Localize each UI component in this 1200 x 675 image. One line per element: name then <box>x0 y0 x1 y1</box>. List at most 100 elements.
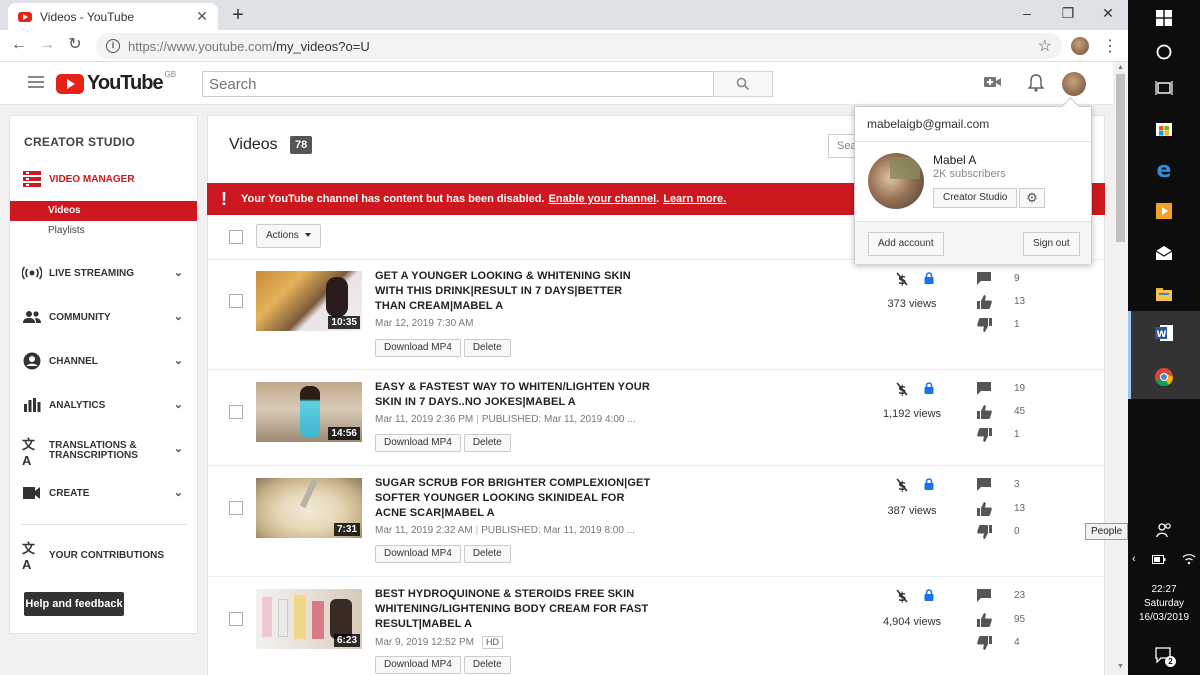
chevron-down-icon[interactable]: ⌄ <box>174 266 183 279</box>
clock-day[interactable]: Saturday <box>1128 597 1200 610</box>
sidebar-item-your-contributions[interactable]: 文A YOUR CONTRIBUTIONS <box>10 541 197 572</box>
video-checkbox[interactable] <box>229 501 243 515</box>
thumbs-up-icon[interactable] <box>977 405 993 419</box>
video-thumbnail[interactable]: 10:35 <box>256 271 362 331</box>
browser-tab[interactable]: Videos - YouTube ✕ <box>8 3 218 30</box>
thumbs-up-icon[interactable] <box>977 502 993 516</box>
youtube-logo[interactable]: YouTube GB <box>56 70 176 95</box>
site-info-icon[interactable]: i <box>106 39 120 53</box>
add-account-button[interactable]: Add account <box>868 232 944 256</box>
video-thumbnail[interactable]: 7:31 <box>256 478 362 538</box>
thumbs-down-icon[interactable] <box>977 428 993 442</box>
private-lock-icon[interactable] <box>924 589 934 601</box>
download-mp4-button[interactable]: Download MP4 <box>375 339 461 357</box>
sidebar-item-create[interactable]: CREATE ⌄ <box>10 482 197 504</box>
chevron-down-icon[interactable]: ⌄ <box>174 354 183 367</box>
reload-icon[interactable]: ↻ <box>64 34 86 56</box>
battery-icon[interactable] <box>1151 554 1166 564</box>
thumbs-down-icon[interactable] <box>977 525 993 539</box>
video-checkbox[interactable] <box>229 612 243 626</box>
video-title-link[interactable]: EASY & FASTEST WAY TO WHITEN/LIGHTEN YOU… <box>375 380 655 410</box>
show-hidden-icons-icon[interactable]: ‹ <box>1132 553 1136 565</box>
scroll-up-icon[interactable]: ▲ <box>1117 64 1124 71</box>
video-thumbnail[interactable]: 6:23 <box>256 589 362 649</box>
scrollbar-thumb[interactable] <box>1116 74 1125 242</box>
search-button[interactable] <box>713 71 773 97</box>
minimize-button[interactable]: – <box>1012 4 1042 22</box>
notifications-bell-icon[interactable] <box>1027 74 1045 97</box>
tab-close-icon[interactable]: ✕ <box>194 8 210 25</box>
upload-video-icon[interactable] <box>984 74 1002 94</box>
download-mp4-button[interactable]: Download MP4 <box>375 434 461 452</box>
new-tab-button[interactable]: + <box>228 4 248 26</box>
video-title-link[interactable]: GET A YOUNGER LOOKING & WHITENING SKIN W… <box>375 269 655 314</box>
people-icon[interactable] <box>1150 516 1178 544</box>
thumbs-down-icon[interactable] <box>977 318 993 332</box>
enable-channel-link[interactable]: Enable your channel <box>549 193 657 205</box>
sidebar-item-channel[interactable]: CHANNEL ⌄ <box>10 350 197 372</box>
monetization-off-icon[interactable]: $ <box>896 272 908 289</box>
download-mp4-button[interactable]: Download MP4 <box>375 656 461 674</box>
sign-out-button[interactable]: Sign out <box>1023 232 1080 256</box>
view-count[interactable]: 373 views <box>868 298 956 310</box>
settings-gear-icon[interactable]: ⚙ <box>1019 188 1045 208</box>
view-count[interactable]: 1,192 views <box>868 408 956 420</box>
thumbs-up-icon[interactable] <box>977 295 993 309</box>
file-explorer-icon[interactable] <box>1150 280 1178 308</box>
back-arrow-icon[interactable]: ← <box>8 34 30 56</box>
account-avatar[interactable] <box>1062 72 1086 96</box>
video-title-link[interactable]: BEST HYDROQUINONE & STEROIDS FREE SKIN W… <box>375 587 655 632</box>
thumbs-down-icon[interactable] <box>977 636 993 650</box>
microsoft-word-icon[interactable]: W <box>1150 319 1178 347</box>
clock-time[interactable]: 22:27 <box>1128 583 1200 596</box>
edge-browser-icon[interactable]: e <box>1150 156 1178 184</box>
learn-more-link[interactable]: Learn more. <box>663 193 726 205</box>
browser-menu-icon[interactable]: ⋮ <box>1102 36 1118 56</box>
windows-start-icon[interactable] <box>1150 4 1178 32</box>
profile-avatar[interactable] <box>1071 37 1089 55</box>
creator-studio-button[interactable]: Creator Studio <box>933 188 1018 208</box>
media-player-icon[interactable] <box>1150 197 1178 225</box>
comment-icon[interactable] <box>977 382 993 396</box>
sidebar-item-video-manager[interactable]: VIDEO MANAGER <box>10 168 197 190</box>
comment-icon[interactable] <box>977 478 993 492</box>
microsoft-store-icon[interactable] <box>1150 114 1178 142</box>
guide-menu-icon[interactable] <box>28 76 44 91</box>
clock-date[interactable]: 16/03/2019 <box>1128 611 1200 624</box>
chrome-icon[interactable] <box>1150 363 1178 391</box>
sidebar-item-translations[interactable]: 文A TRANSLATIONS & TRANSCRIPTIONS ⌄ <box>10 437 197 468</box>
comment-icon[interactable] <box>977 272 993 286</box>
video-checkbox[interactable] <box>229 405 243 419</box>
mail-icon[interactable] <box>1150 239 1178 267</box>
video-title-link[interactable]: SUGAR SCRUB FOR BRIGHTER COMPLEXION|GET … <box>375 476 655 521</box>
chevron-down-icon[interactable]: ⌄ <box>174 486 183 499</box>
download-mp4-button[interactable]: Download MP4 <box>375 545 461 563</box>
cortana-icon[interactable] <box>1150 38 1178 66</box>
private-lock-icon[interactable] <box>924 478 934 490</box>
view-count[interactable]: 4,904 views <box>868 616 956 628</box>
private-lock-icon[interactable] <box>924 382 934 394</box>
close-window-button[interactable]: ✕ <box>1093 4 1123 22</box>
delete-button[interactable]: Delete <box>463 545 511 563</box>
wifi-icon[interactable] <box>1182 553 1196 565</box>
channel-avatar[interactable] <box>868 153 924 209</box>
bookmark-star-icon[interactable]: ☆ <box>1038 36 1052 56</box>
restore-button[interactable]: ❐ <box>1053 4 1083 22</box>
video-checkbox[interactable] <box>229 294 243 308</box>
sidebar-item-live-streaming[interactable]: LIVE STREAMING ⌄ <box>10 262 197 284</box>
search-input[interactable] <box>202 71 714 97</box>
thumbs-up-icon[interactable] <box>977 613 993 627</box>
sidebar-item-playlists[interactable]: Playlists <box>10 221 197 241</box>
view-count[interactable]: 387 views <box>868 505 956 517</box>
action-center-icon[interactable]: 2 <box>1150 641 1178 669</box>
sidebar-item-videos[interactable]: Videos <box>10 201 197 221</box>
comment-icon[interactable] <box>977 589 993 603</box>
monetization-off-icon[interactable]: $ <box>896 478 908 495</box>
monetization-off-icon[interactable]: $ <box>896 382 908 399</box>
delete-button[interactable]: Delete <box>463 339 511 357</box>
private-lock-icon[interactable] <box>924 272 934 284</box>
monetization-off-icon[interactable]: $ <box>896 589 908 606</box>
page-scrollbar[interactable]: ▲ ▼ <box>1113 62 1128 675</box>
actions-dropdown[interactable]: Actions <box>256 224 321 248</box>
scroll-down-icon[interactable]: ▼ <box>1117 663 1124 670</box>
